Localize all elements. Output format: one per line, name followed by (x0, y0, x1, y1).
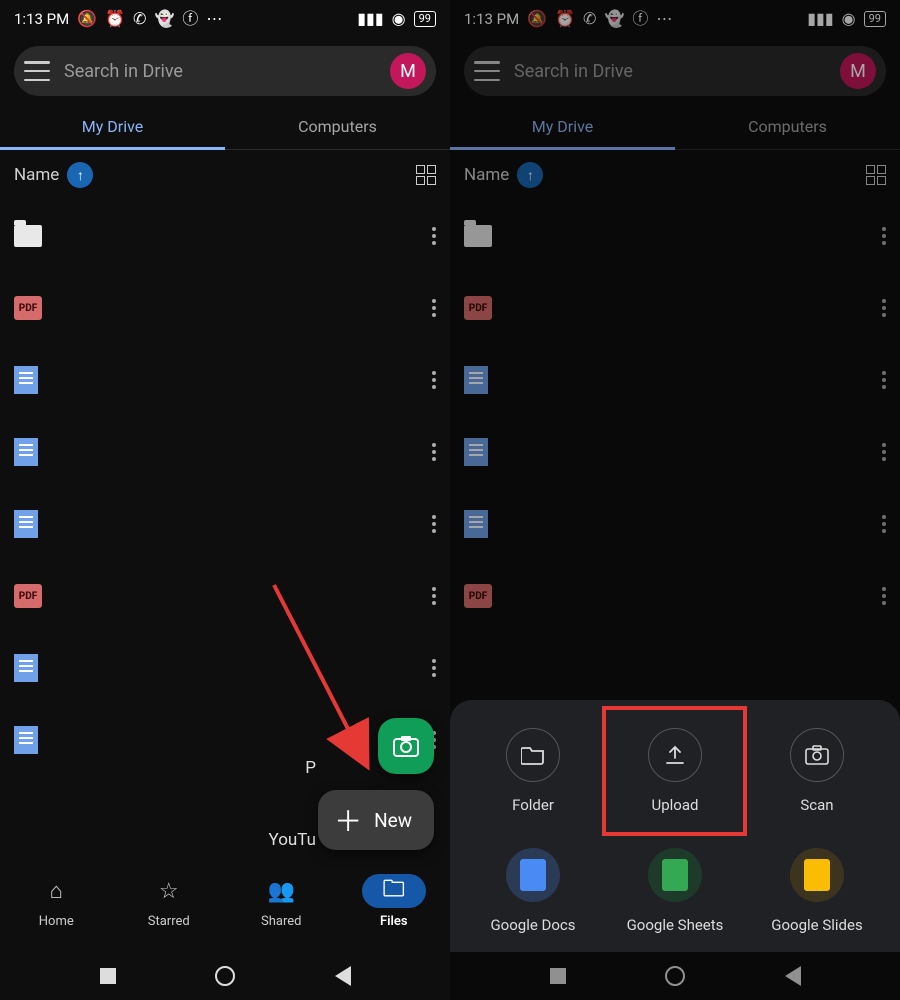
kebab-icon[interactable] (432, 371, 436, 389)
star-icon: ☆ (137, 874, 201, 908)
list-item[interactable] (0, 488, 450, 560)
tab-my-drive[interactable]: My Drive (0, 104, 225, 149)
system-nav (0, 952, 450, 1000)
pdf-icon: PDF (14, 584, 42, 608)
new-fab[interactable]: ＋ New (318, 790, 434, 850)
kebab-icon[interactable] (432, 299, 436, 317)
status-bar: 1:13 PM 🔕 ⏰ ✆ 👻 ⓕ ⋯ ▮▮▮ ◉ 99 (0, 0, 450, 38)
kebab-icon[interactable] (432, 659, 436, 677)
nav-shared[interactable]: 👥 Shared (225, 874, 338, 952)
sheet-scan[interactable]: Scan (746, 728, 888, 814)
list-item[interactable]: PDF (0, 272, 450, 344)
annotation-highlight-box (602, 706, 747, 836)
recents-button[interactable] (100, 968, 116, 984)
sheets-icon (648, 848, 702, 902)
nav-home[interactable]: ⌂ Home (0, 874, 113, 952)
snapchat-icon: 👻 (154, 11, 174, 27)
doc-icon (14, 654, 38, 682)
partial-filename-1: P (305, 758, 316, 778)
sort-asc-icon: ↑ (67, 162, 93, 188)
list-item[interactable]: PDF (0, 560, 450, 632)
hamburger-icon[interactable] (24, 61, 50, 81)
tabs: My Drive Computers (0, 104, 450, 150)
docs-icon (506, 848, 560, 902)
new-bottom-sheet: Folder Upload Scan Google Docs Goog (450, 700, 900, 952)
alarm-icon: ⏰ (105, 11, 125, 27)
kebab-icon[interactable] (432, 587, 436, 605)
sort-row: Name ↑ (0, 150, 450, 200)
kebab-icon[interactable] (432, 443, 436, 461)
list-item[interactable] (0, 200, 450, 272)
facebook-icon: ⓕ (182, 11, 198, 27)
new-label: New (374, 809, 412, 832)
list-item[interactable] (0, 416, 450, 488)
sheet-google-slides[interactable]: Google Slides (746, 848, 888, 934)
sheet-folder[interactable]: Folder (462, 728, 604, 814)
avatar[interactable]: M (390, 53, 426, 89)
battery-icon: 99 (414, 11, 436, 27)
whatsapp-icon: ✆ (133, 11, 146, 27)
kebab-icon[interactable] (432, 515, 436, 533)
back-button[interactable] (335, 966, 351, 986)
list-item[interactable] (0, 344, 450, 416)
bottom-nav: ⌂ Home ☆ Starred 👥 Shared 🗀 Files (0, 864, 450, 952)
clock: 1:13 PM (14, 10, 69, 28)
search-bar[interactable]: Search in Drive M (14, 46, 436, 96)
search-placeholder: Search in Drive (64, 61, 376, 82)
screenshot-right: 1:13 PM 🔕 ⏰ ✆ 👻 ⓕ ⋯ ▮▮▮ ◉ 99 Search in D… (450, 0, 900, 1000)
signal-icon: ▮▮▮ (357, 11, 383, 27)
doc-icon (14, 366, 38, 394)
nav-starred[interactable]: ☆ Starred (113, 874, 226, 952)
pdf-icon: PDF (14, 296, 42, 320)
list-item[interactable] (0, 632, 450, 704)
more-icon: ⋯ (206, 11, 222, 27)
scan-fab[interactable] (378, 718, 434, 774)
folder-icon: 🗀 (362, 874, 426, 908)
sheet-google-docs[interactable]: Google Docs (462, 848, 604, 934)
plus-icon: ＋ (334, 800, 362, 840)
camera-icon (790, 728, 844, 782)
doc-icon (14, 438, 38, 466)
doc-icon (14, 510, 38, 538)
screenshot-left: 1:13 PM 🔕 ⏰ ✆ 👻 ⓕ ⋯ ▮▮▮ ◉ 99 Search in D… (0, 0, 450, 1000)
dnd-icon: 🔕 (77, 11, 97, 27)
folder-icon (506, 728, 560, 782)
nav-files[interactable]: 🗀 Files (338, 874, 451, 952)
doc-icon (14, 726, 38, 754)
sort-by-name[interactable]: Name ↑ (14, 162, 93, 188)
folder-icon (14, 225, 42, 247)
partial-filename-2: YouTu (269, 830, 316, 850)
slides-icon (790, 848, 844, 902)
view-grid-icon[interactable] (416, 165, 436, 185)
kebab-icon[interactable] (432, 227, 436, 245)
sort-label: Name (14, 165, 59, 185)
home-icon: ⌂ (24, 874, 88, 908)
people-icon: 👥 (249, 874, 313, 908)
sheet-google-sheets[interactable]: Google Sheets (604, 848, 746, 934)
tab-computers[interactable]: Computers (225, 104, 450, 149)
home-button[interactable] (215, 966, 235, 986)
wifi-icon: ◉ (392, 11, 406, 27)
